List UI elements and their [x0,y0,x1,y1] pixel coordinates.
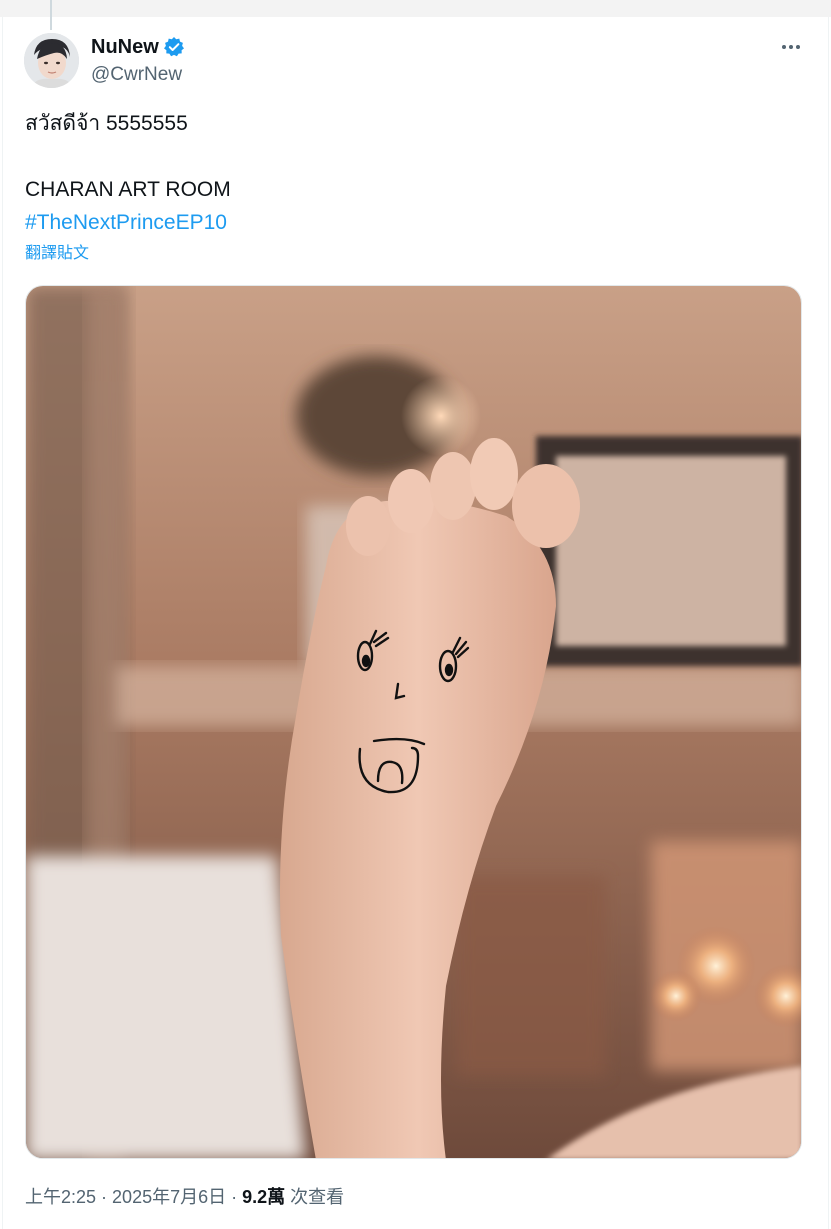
translate-post-link[interactable]: 翻譯貼文 [25,244,89,264]
meta-separator-2: · [226,1187,243,1207]
avatar-photo [24,33,79,88]
user-handle[interactable]: @CwrNew [91,64,182,86]
views-count: 9.2萬 [242,1187,286,1207]
timeline-right-border [828,17,829,1229]
author-name-row[interactable]: NuNew [91,35,185,59]
display-name[interactable]: NuNew [91,35,159,59]
tweet-text-line-1: สวัสดีจ้า 5555555 [25,112,188,135]
more-options-icon[interactable] [776,36,806,58]
tweet-time[interactable]: 上午2:25 [25,1187,96,1207]
verified-badge-icon[interactable] [163,36,185,58]
thread-connector-line [50,0,52,30]
tweet-meta-row: 上午2:25 · 2025年7月6日 · 9.2萬 次查看 [25,1185,344,1209]
tweet-date[interactable]: 2025年7月6日 [112,1187,226,1207]
meta-separator-1: · [96,1187,113,1207]
tweet-media-image[interactable] [25,285,802,1159]
top-strip [0,0,831,17]
hashtag-link[interactable]: #TheNextPrinceEP10 [25,210,227,236]
avatar[interactable] [24,33,79,88]
foot-photo [26,286,801,1158]
views-label: 次查看 [290,1187,345,1207]
timeline-left-border [2,17,3,1229]
tweet-text-line-2: CHARAN ART ROOM [25,178,231,201]
